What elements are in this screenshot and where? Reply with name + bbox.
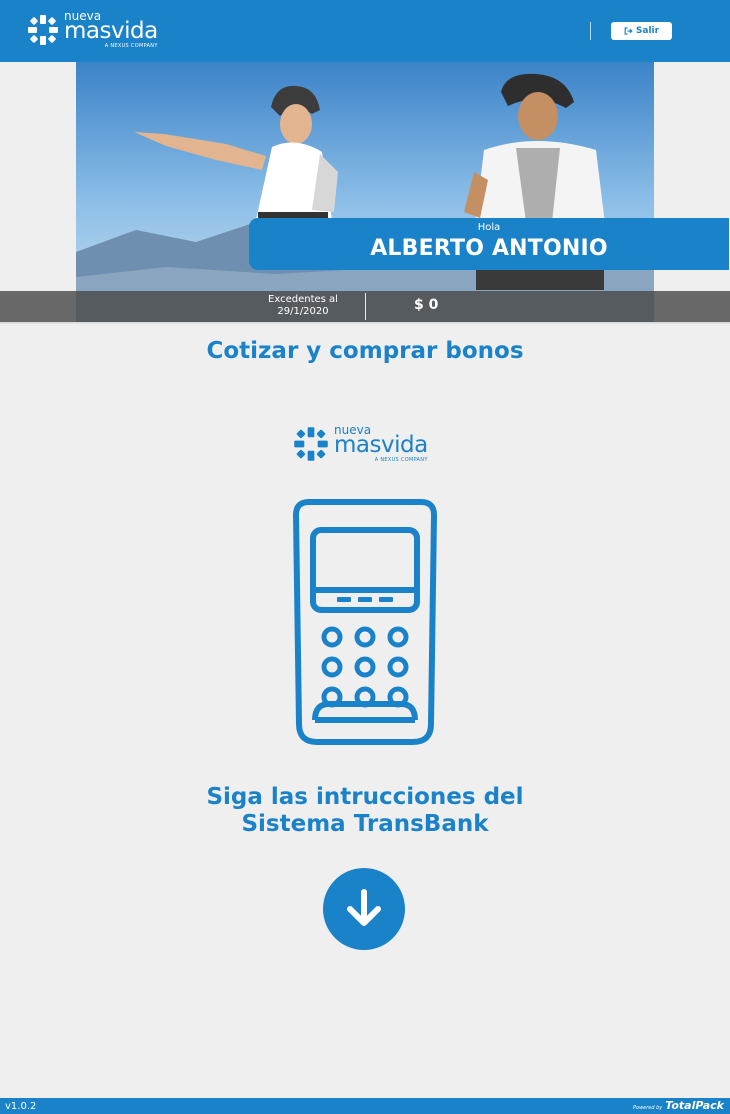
header-divider — [590, 22, 591, 40]
instruction-line-1: Siga las intrucciones del — [206, 784, 524, 810]
instruction-line-2: Sistema TransBank — [241, 811, 489, 837]
exit-button[interactable]: Salir — [611, 22, 672, 40]
center-logo: nueva masvida A NEXUS COMPANY — [292, 424, 428, 463]
logo-line-3: A NEXUS COMPANY — [374, 457, 428, 463]
powered-by-label: Powered by — [633, 1105, 663, 1111]
footer: v1.0.2 Powered by TotalPack — [0, 1098, 730, 1114]
arrow-down-button[interactable] — [323, 868, 405, 950]
logo-mark-icon — [28, 14, 58, 45]
hero-shadow — [0, 322, 730, 325]
balance-label-line-1: Excedentes al — [268, 294, 338, 305]
logo-line-3: A NEXUS COMPANY — [104, 43, 158, 49]
logo-mark-icon — [294, 426, 328, 461]
greeting: Hola — [477, 222, 501, 233]
hero-banner: Hola ALBERTO ANTONIO Excedentes al 29/1/… — [0, 62, 730, 324]
user-name: ALBERTO ANTONIO — [370, 236, 608, 261]
balance-amount: $ 0 — [414, 297, 439, 313]
balance-label: Excedentes al 29/1/2020 — [262, 294, 344, 318]
cyclists-photo — [76, 62, 654, 324]
sign-out-icon — [624, 27, 633, 35]
transbank-instructions: Siga las intrucciones del Sistema TransB… — [0, 784, 730, 838]
top-header: nueva masvida A NEXUS COMPANY Salir — [0, 0, 730, 62]
arrow-down-icon — [347, 889, 381, 926]
balance-bar: Excedentes al 29/1/2020 $ 0 — [0, 291, 730, 322]
logo-line-2: masvida — [64, 18, 158, 44]
balance-divider — [365, 293, 366, 320]
page-title: Cotizar y comprar bonos — [206, 338, 524, 364]
brand-logo: nueva masvida A NEXUS COMPANY — [26, 10, 158, 49]
logo-line-2: masvida — [334, 432, 428, 458]
app-version: v1.0.2 — [5, 1101, 37, 1112]
powered-by: Powered by TotalPack — [633, 1099, 724, 1112]
exit-label: Salir — [635, 26, 660, 36]
powered-by-brand: TotalPack — [665, 1099, 724, 1112]
user-name-card: Hola ALBERTO ANTONIO — [249, 218, 729, 270]
balance-label-line-2: 29/1/2020 — [277, 306, 329, 317]
payment-terminal-icon — [293, 499, 437, 745]
